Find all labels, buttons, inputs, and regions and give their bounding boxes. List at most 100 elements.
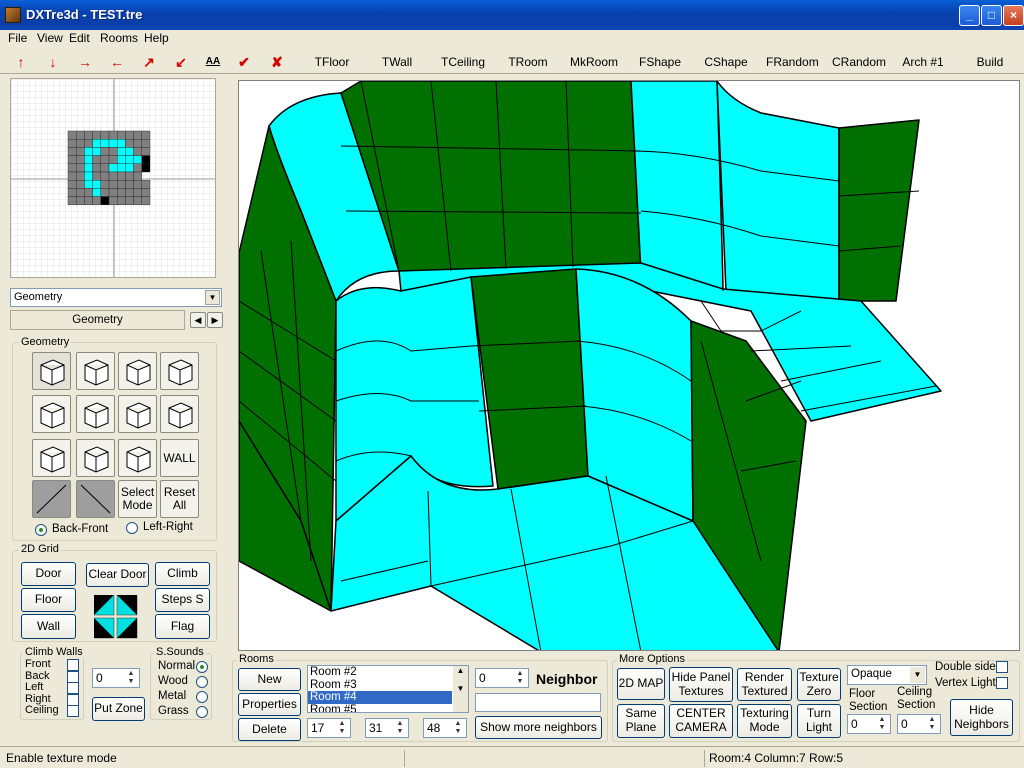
double-side-checkbox[interactable] bbox=[996, 661, 1008, 673]
shape-button-5[interactable] bbox=[32, 395, 71, 433]
hide-panel-textures-button[interactable]: Hide Panel Textures bbox=[669, 667, 733, 702]
aa-text-icon[interactable]: AA bbox=[201, 53, 225, 71]
neighbor-spinner[interactable]: 0 ▲ ▼ bbox=[475, 668, 529, 688]
tab-next-icon[interactable]: ▶ bbox=[207, 312, 223, 328]
back-front-radio[interactable] bbox=[35, 524, 47, 536]
list-item[interactable]: Room #5 bbox=[308, 704, 468, 713]
wall-button[interactable]: Wall bbox=[21, 614, 76, 639]
opacity-select[interactable]: Opaque ▼ bbox=[847, 665, 927, 685]
fshape-button[interactable]: FShape bbox=[638, 52, 682, 72]
shape-button-7[interactable] bbox=[118, 395, 157, 433]
coord-z-spinner[interactable]: 48 ▲ ▼ bbox=[423, 718, 467, 738]
crandom-button[interactable]: CRandom bbox=[832, 52, 886, 72]
arrow-down-icon[interactable]: ↓ bbox=[44, 53, 62, 71]
clear-door-button[interactable]: Clear Door bbox=[86, 563, 149, 587]
check-icon[interactable]: ✔ bbox=[235, 53, 253, 71]
wall-shape-button[interactable]: WALL bbox=[160, 439, 199, 477]
list-item[interactable]: Room #2 bbox=[308, 666, 468, 679]
minimize-button[interactable]: _ bbox=[959, 5, 980, 26]
tfloor-button[interactable]: TFloor bbox=[310, 52, 354, 72]
climb-right-checkbox[interactable] bbox=[67, 693, 79, 706]
mode-tab[interactable]: Geometry bbox=[10, 310, 185, 330]
menu-edit[interactable]: Edit bbox=[69, 31, 90, 45]
spinner-arrows-icon[interactable]: ▲ ▼ bbox=[875, 716, 889, 732]
tceiling-button[interactable]: TCeiling bbox=[440, 52, 486, 72]
coord-y-spinner[interactable]: 31 ▲ ▼ bbox=[365, 718, 409, 738]
climb-back-checkbox[interactable] bbox=[67, 670, 79, 683]
texture-zero-button[interactable]: Texture Zero bbox=[797, 668, 841, 701]
spinner-arrows-icon[interactable]: ▲ ▼ bbox=[393, 720, 407, 736]
chevron-down-icon[interactable]: ▼ bbox=[205, 290, 220, 305]
corner-triangles[interactable] bbox=[94, 595, 138, 639]
steps-button[interactable]: Steps S bbox=[155, 588, 210, 612]
floor-button[interactable]: Floor bbox=[21, 588, 76, 612]
climb-left-checkbox[interactable] bbox=[67, 682, 79, 695]
frandom-button[interactable]: FRandom bbox=[766, 52, 819, 72]
shape-button-8[interactable] bbox=[160, 395, 199, 433]
shape-button-9[interactable] bbox=[32, 439, 71, 477]
troom-button[interactable]: TRoom bbox=[507, 52, 549, 72]
maximize-button[interactable]: □ bbox=[981, 5, 1002, 26]
shape-button-3[interactable] bbox=[118, 352, 157, 390]
tab-prev-icon[interactable]: ◀ bbox=[190, 312, 206, 328]
texturing-mode-button[interactable]: Texturing Mode bbox=[737, 704, 792, 738]
2d-map-button[interactable]: 2D MAP bbox=[617, 668, 665, 700]
arrow-left-icon[interactable]: ← bbox=[108, 53, 126, 71]
list-item-selected[interactable]: Room #4 bbox=[308, 691, 452, 704]
ceiling-section-spinner[interactable]: 0 ▲ ▼ bbox=[897, 714, 941, 734]
shape-button-6[interactable] bbox=[76, 395, 115, 433]
spinner-arrows-icon[interactable]: ▲ ▼ bbox=[451, 720, 465, 736]
3d-viewport[interactable] bbox=[238, 80, 1020, 651]
neighbor-field[interactable] bbox=[475, 693, 601, 712]
show-more-neighbors-button[interactable]: Show more neighbors bbox=[475, 716, 602, 739]
spinner-arrows-icon[interactable]: ▲ ▼ bbox=[513, 670, 527, 686]
room-properties-button[interactable]: Properties bbox=[238, 693, 301, 716]
menu-help[interactable]: Help bbox=[144, 31, 169, 45]
shape-button-11[interactable] bbox=[118, 439, 157, 477]
diagonal-right-button[interactable] bbox=[76, 480, 115, 518]
list-item[interactable]: Room #3 bbox=[308, 679, 468, 692]
sound-normal-radio[interactable] bbox=[196, 661, 208, 673]
same-plane-button[interactable]: Same Plane bbox=[617, 704, 665, 738]
shape-button-10[interactable] bbox=[76, 439, 115, 477]
sound-metal-radio[interactable] bbox=[196, 691, 208, 703]
arch-button[interactable]: Arch #1 bbox=[902, 52, 944, 72]
room-delete-button[interactable]: Delete bbox=[238, 718, 301, 741]
put-zone-button[interactable]: Put Zone bbox=[92, 697, 145, 721]
menu-file[interactable]: File bbox=[8, 31, 27, 45]
coord-x-spinner[interactable]: 17 ▲ ▼ bbox=[307, 718, 351, 738]
arrow-up-icon[interactable]: ↑ bbox=[12, 53, 30, 71]
close-button[interactable]: × bbox=[1003, 5, 1024, 26]
arrow-down-left-icon[interactable]: ↙ bbox=[172, 53, 190, 71]
render-textured-button[interactable]: Render Textured bbox=[737, 668, 792, 701]
sound-wood-radio[interactable] bbox=[196, 676, 208, 688]
arrow-up-right-icon[interactable]: ↗ bbox=[140, 53, 158, 71]
build-button[interactable]: Build bbox=[975, 52, 1005, 72]
mkroom-button[interactable]: MkRoom bbox=[569, 52, 619, 72]
hide-neighbors-button[interactable]: Hide Neighbors bbox=[950, 699, 1013, 736]
center-camera-button[interactable]: CENTER CAMERA bbox=[669, 704, 733, 738]
zone-spinner[interactable]: 0 ▲ ▼ bbox=[92, 668, 140, 688]
cshape-button[interactable]: CShape bbox=[704, 52, 748, 72]
sound-grass-radio[interactable] bbox=[196, 706, 208, 718]
spinner-arrows-icon[interactable]: ▲ ▼ bbox=[124, 670, 138, 686]
room-list-scrollbar[interactable]: ▲ ▼ bbox=[453, 666, 468, 712]
spinner-arrows-icon[interactable]: ▲ ▼ bbox=[335, 720, 349, 736]
twall-button[interactable]: TWall bbox=[378, 52, 416, 72]
climb-ceiling-checkbox[interactable] bbox=[67, 705, 79, 718]
menu-rooms[interactable]: Rooms bbox=[100, 31, 138, 45]
vertex-light-checkbox[interactable] bbox=[996, 677, 1008, 689]
select-mode-button[interactable]: Select Mode bbox=[118, 480, 157, 518]
arrow-right-icon[interactable]: → bbox=[76, 53, 94, 71]
chevron-down-icon[interactable]: ▼ bbox=[910, 667, 925, 683]
room-list[interactable]: Room #2 Room #3 Room #4 Room #5 ▲ ▼ bbox=[307, 665, 469, 713]
climb-front-checkbox[interactable] bbox=[67, 659, 79, 671]
room-new-button[interactable]: New bbox=[238, 668, 301, 691]
shape-button-2[interactable] bbox=[76, 352, 115, 390]
x-icon[interactable]: ✘ bbox=[268, 53, 286, 71]
left-right-radio[interactable] bbox=[126, 522, 138, 534]
climb-button[interactable]: Climb bbox=[155, 562, 210, 586]
minimap[interactable] bbox=[10, 78, 216, 278]
shape-button-1[interactable] bbox=[32, 352, 71, 390]
door-button[interactable]: Door bbox=[21, 562, 76, 586]
